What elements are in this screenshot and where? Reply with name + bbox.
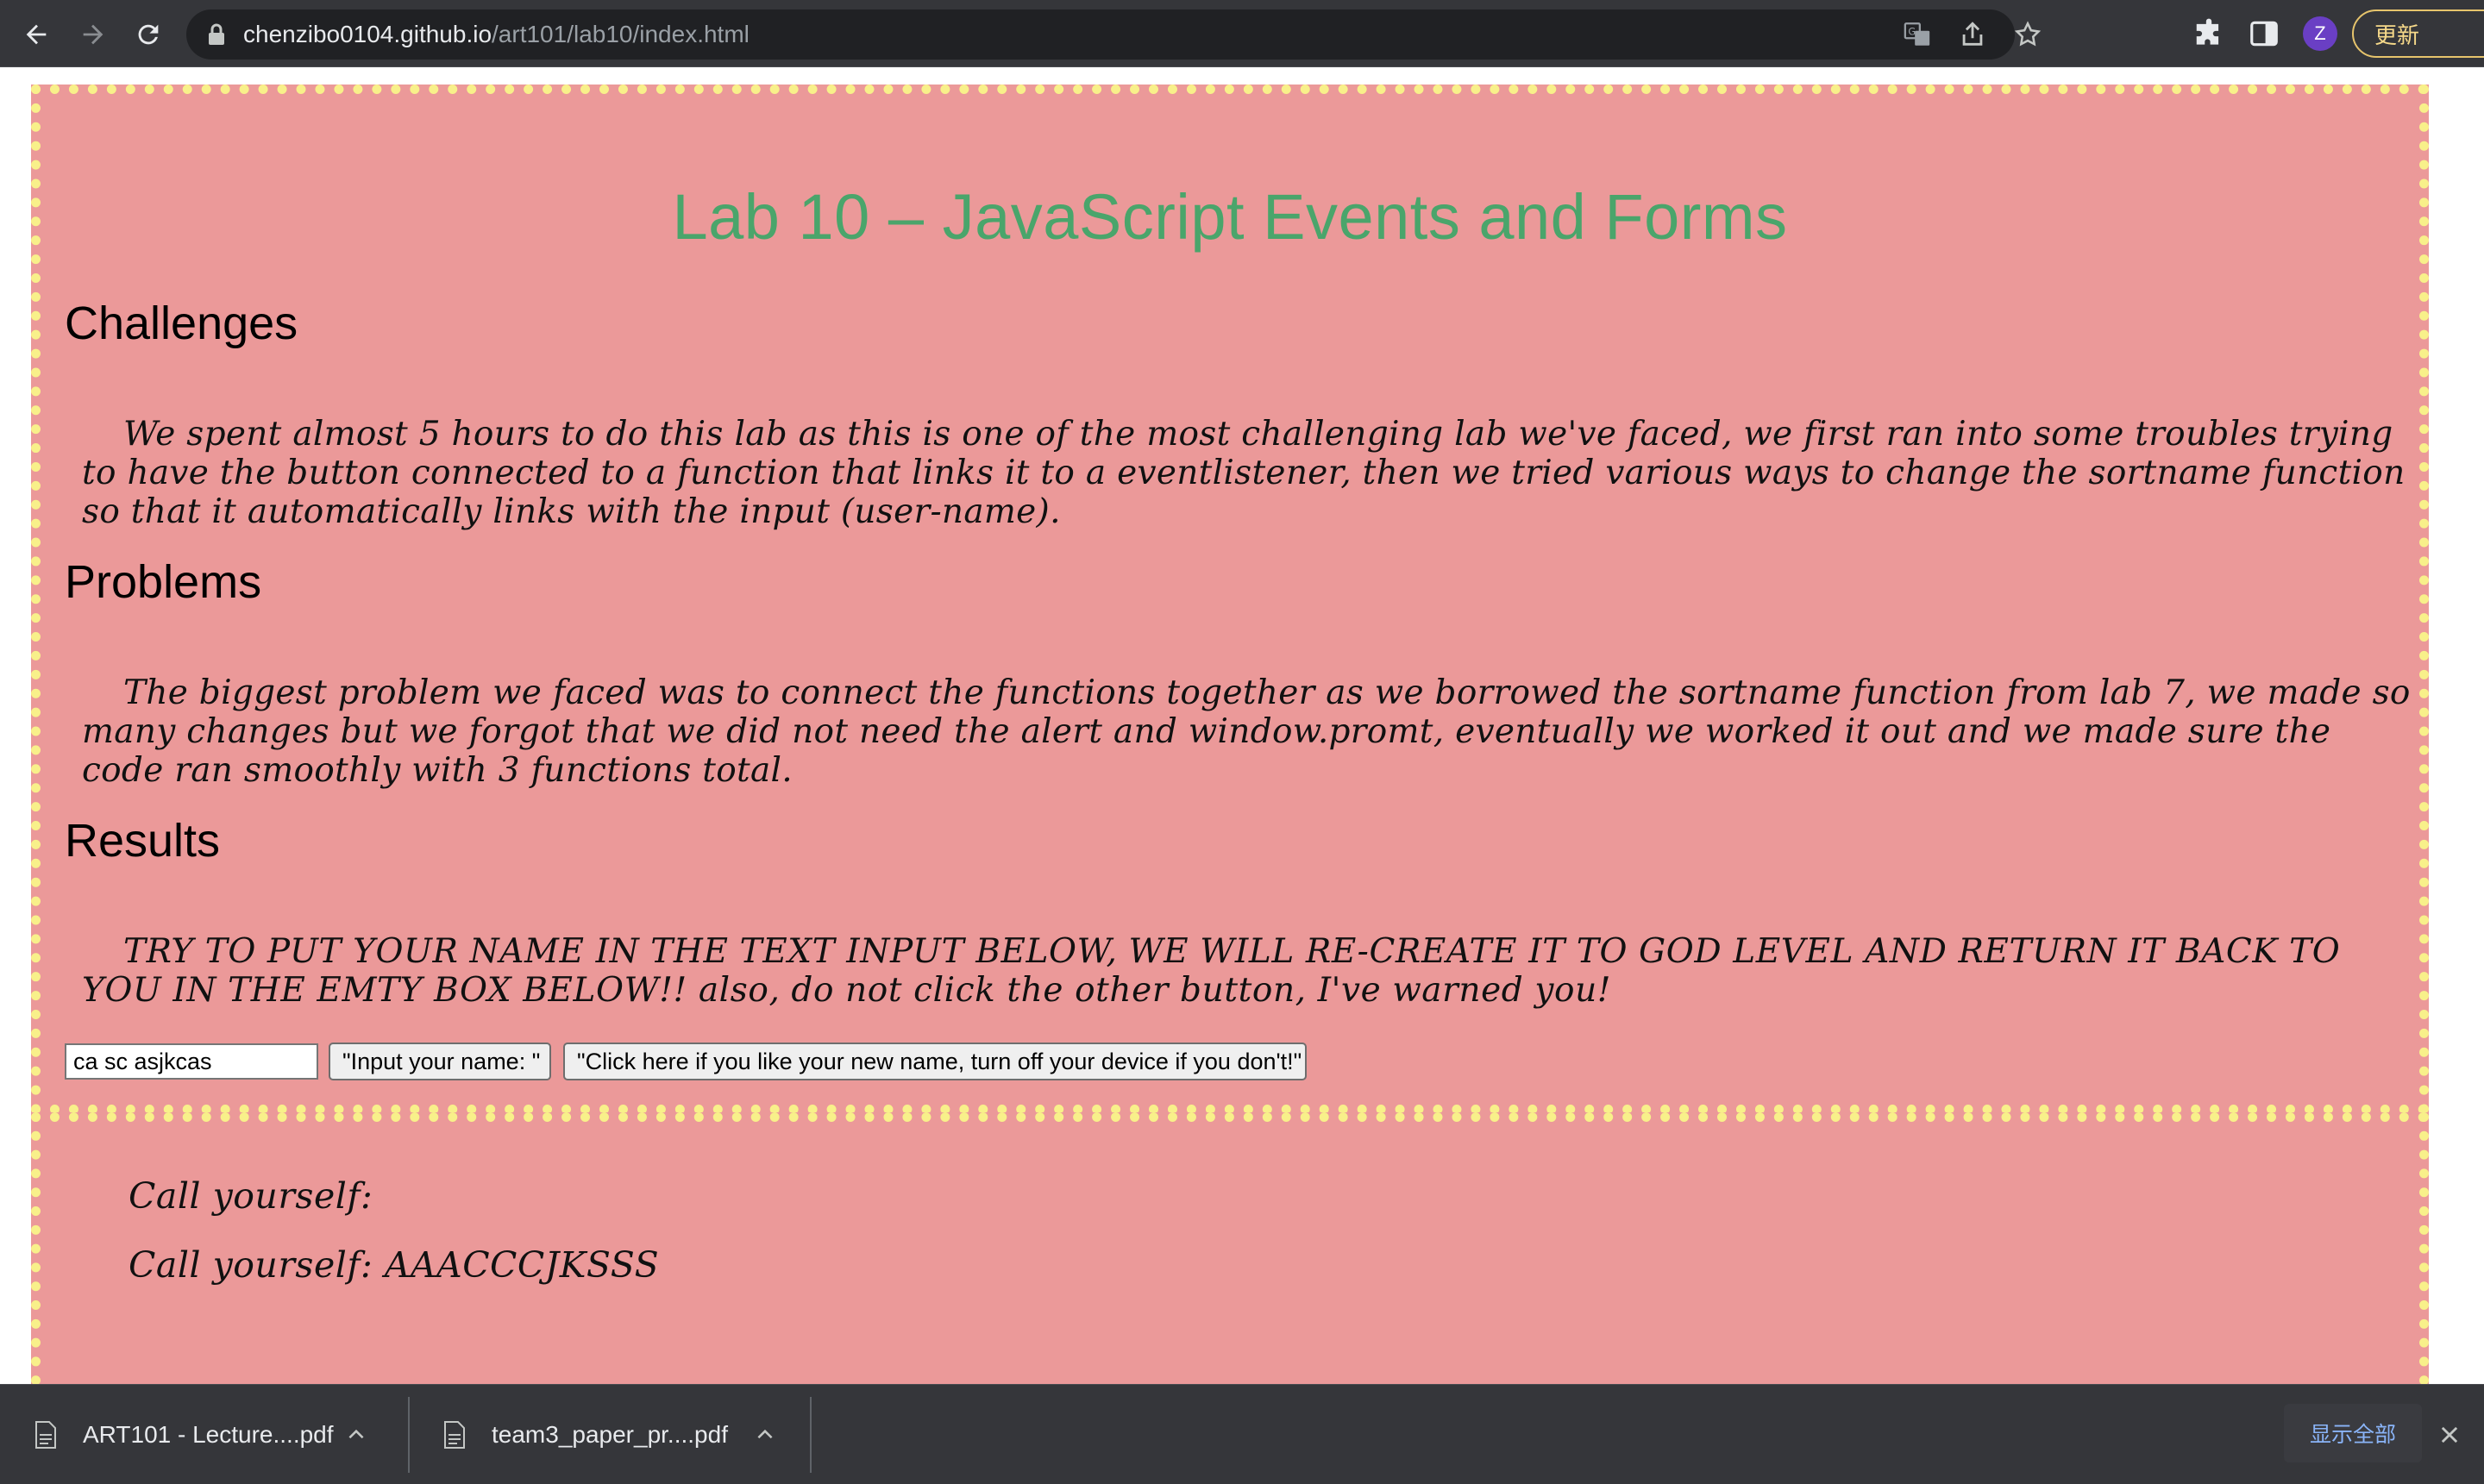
problems-paragraph: The biggest problem we faced was to conn… [82,673,2411,790]
url-path: /art101/lab10/index.html [492,21,750,47]
browser-toolbar: chenzibo0104.github.io/art101/lab10/inde… [0,0,2484,67]
arrow-right-icon [83,24,104,45]
close-icon[interactable] [2437,1423,2462,1447]
downloads-bar: ART101 - Lecture....pdf team3_paper_pr..… [0,1384,2484,1484]
output-line-result: Call yourself: AAACCCJKSSS [129,1244,660,1286]
problems-heading: Problems [65,556,262,608]
output-line-empty: Call yourself: [129,1175,373,1217]
bookmark-star-icon[interactable] [2013,20,2042,49]
download-filename: ART101 - Lecture....pdf [83,1421,334,1448]
download-item[interactable]: ART101 - Lecture....pdf [0,1385,405,1484]
url-host: chenzibo0104.github.io [243,21,492,47]
chevron-up-icon[interactable] [345,1424,367,1446]
profile-avatar[interactable]: Z [2303,16,2337,51]
divider [810,1397,812,1473]
translate-icon[interactable]: G [1903,20,1932,49]
results-heading: Results [65,815,221,867]
results-paragraph: TRY TO PUT YOUR NAME IN THE TEXT INPUT B… [82,932,2341,1010]
document-icon [35,1421,56,1449]
address-bar[interactable]: chenzibo0104.github.io/art101/lab10/inde… [186,9,2042,59]
lock-icon [209,23,224,45]
url-text[interactable]: chenzibo0104.github.io/art101/lab10/inde… [243,21,750,48]
reload-icon [138,24,159,45]
content-panel: Lab 10 – JavaScript Events and Forms Cha… [31,85,2429,1114]
challenges-heading: Challenges [65,297,298,349]
update-label: 更新 [2374,22,2420,49]
svg-text:G: G [1908,26,1916,38]
output-panel: Call yourself: Call yourself: AAACCCJKSS… [31,1112,2429,1384]
page-viewport: Lab 10 – JavaScript Events and Forms Cha… [0,67,2484,1384]
arrow-left-icon [26,24,47,45]
forward-button[interactable] [74,16,112,53]
challenges-paragraph: We spent almost 5 hours to do this lab a… [82,415,2406,531]
input-name-button[interactable]: "Input your name: " [329,1043,551,1080]
download-filename: team3_paper_pr....pdf [492,1421,728,1448]
download-item[interactable]: team3_paper_pr....pdf [409,1385,814,1484]
menu-kebab-icon: ⋮ [2476,18,2484,49]
chevron-up-icon[interactable] [754,1424,776,1446]
show-all-downloads-button[interactable]: 显示全部 [2284,1404,2422,1462]
reload-button[interactable] [129,16,167,53]
page-title: Lab 10 – JavaScript Events and Forms [672,181,1788,253]
back-button[interactable] [17,16,55,53]
share-icon[interactable] [1958,20,1987,49]
side-panel-icon[interactable] [2248,17,2280,50]
user-name-input[interactable] [65,1043,318,1080]
new-name-button[interactable]: "Click here if you like your new name, t… [563,1043,1307,1080]
update-button[interactable]: 更新 ⋮ [2352,9,2484,58]
extensions-puzzle-icon[interactable] [2192,17,2225,50]
document-icon [444,1421,465,1449]
